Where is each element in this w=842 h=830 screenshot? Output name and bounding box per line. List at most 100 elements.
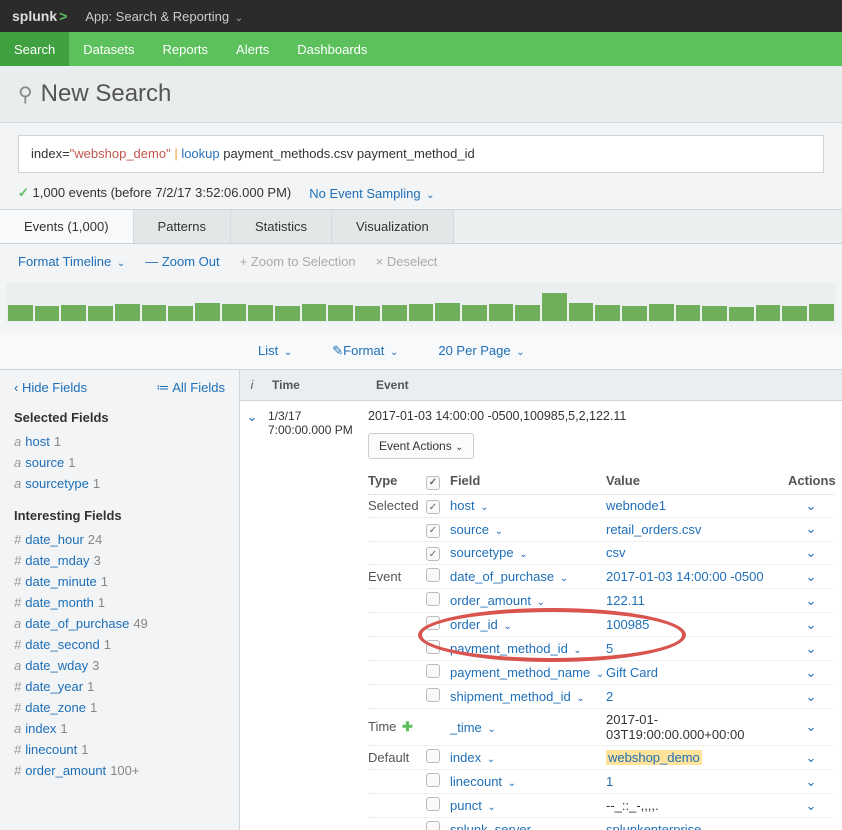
field-action-dropdown[interactable]: ⌄ (788, 617, 834, 633)
field-checkbox[interactable] (426, 797, 440, 811)
field-value[interactable]: retail_orders.csv (606, 522, 788, 537)
field-row-host: Selectedhost ⌄webnode1⌄ (368, 495, 834, 519)
field-link-index[interactable]: aindex1 (14, 718, 225, 739)
field-link-date_second[interactable]: #date_second1 (14, 634, 225, 655)
field-name-link[interactable]: _time ⌄ (450, 720, 606, 735)
field-name-link[interactable]: date_of_purchase ⌄ (450, 569, 606, 584)
field-checkbox[interactable] (426, 640, 440, 654)
field-value[interactable]: 5 (606, 641, 788, 656)
timeline-chart[interactable] (6, 283, 836, 323)
field-action-dropdown[interactable]: ⌄ (788, 689, 834, 705)
format-dropdown[interactable]: ✎Format ⌄ (332, 343, 398, 359)
hide-fields-link[interactable]: ‹ Hide Fields (14, 380, 87, 396)
field-value[interactable]: csv (606, 545, 788, 560)
field-name-link[interactable]: payment_method_id ⌄ (450, 641, 606, 656)
field-value[interactable]: 122.11 (606, 593, 788, 608)
field-link-order_amount[interactable]: #order_amount100+ (14, 760, 225, 781)
field-name-link[interactable]: sourcetype ⌄ (450, 545, 606, 560)
field-checkbox[interactable] (426, 616, 440, 630)
field-link-sourcetype[interactable]: asourcetype1 (14, 473, 225, 494)
field-checkbox[interactable] (426, 749, 440, 763)
field-checkbox[interactable] (426, 773, 440, 787)
field-name-link[interactable]: splunk_server ⌄ (450, 822, 606, 830)
field-name-link[interactable]: order_amount ⌄ (450, 593, 606, 608)
field-action-dropdown[interactable]: ⌄ (788, 593, 834, 609)
field-link-date_zone[interactable]: #date_zone1 (14, 697, 225, 718)
field-action-dropdown[interactable]: ⌄ (788, 641, 834, 657)
field-link-date_of_purchase[interactable]: adate_of_purchase49 (14, 613, 225, 634)
event-sampling-dropdown[interactable]: No Event Sampling ⌄ (309, 186, 434, 201)
field-link-date_hour[interactable]: #date_hour24 (14, 529, 225, 550)
field-name-link[interactable]: index ⌄ (450, 750, 606, 765)
all-fields-link[interactable]: ≔ All Fields (156, 380, 225, 396)
field-name-link[interactable]: shipment_method_id ⌄ (450, 689, 606, 704)
result-count: 1,000 events (before 7/2/17 3:52:06.000 … (33, 185, 292, 200)
field-link-date_year[interactable]: #date_year1 (14, 676, 225, 697)
search-input[interactable]: index="webshop_demo" | lookup payment_me… (18, 135, 824, 173)
event-raw: 2017-01-03 14:00:00 -0500,100985,5,2,122… (368, 409, 834, 423)
zoom-out-button[interactable]: — Zoom Out (145, 254, 219, 269)
field-value[interactable]: Gift Card (606, 665, 788, 680)
tab-statistics[interactable]: Statistics (231, 210, 332, 243)
nav-dashboards[interactable]: Dashboards (283, 32, 381, 66)
field-name-link[interactable]: payment_method_name ⌄ (450, 665, 606, 680)
field-link-source[interactable]: asource1 (14, 452, 225, 473)
expand-event-toggle[interactable]: ⌄ (240, 401, 264, 830)
nav-search[interactable]: Search (0, 32, 69, 66)
event-actions-dropdown[interactable]: Event Actions ⌄ (368, 433, 474, 459)
field-link-date_wday[interactable]: adate_wday3 (14, 655, 225, 676)
app-switcher[interactable]: App: Search & Reporting ⌄ (85, 9, 243, 24)
select-all-checkbox[interactable] (426, 476, 440, 490)
field-action-dropdown[interactable]: ⌄ (788, 665, 834, 681)
field-checkbox[interactable] (426, 524, 440, 538)
field-value[interactable]: --_::_-,,,,. (606, 798, 788, 813)
field-link-linecount[interactable]: #linecount1 (14, 739, 225, 760)
field-value[interactable]: 2 (606, 689, 788, 704)
field-checkbox[interactable] (426, 688, 440, 702)
field-checkbox[interactable] (426, 592, 440, 606)
tab-events[interactable]: Events (1,000) (0, 210, 134, 243)
field-action-dropdown[interactable]: ⌄ (788, 569, 834, 585)
field-checkbox[interactable] (426, 547, 440, 561)
field-link-date_minute[interactable]: #date_minute1 (14, 571, 225, 592)
field-checkbox[interactable] (426, 821, 440, 830)
field-value[interactable]: webnode1 (606, 498, 788, 513)
field-value[interactable]: 2017-01-03T19:00:00.000+00:00 (606, 712, 788, 742)
field-action-dropdown[interactable]: ⌄ (788, 521, 834, 537)
nav-reports[interactable]: Reports (149, 32, 223, 66)
format-timeline-dropdown[interactable]: Format Timeline ⌄ (18, 254, 125, 269)
field-action-dropdown[interactable]: ⌄ (788, 750, 834, 766)
field-value[interactable]: webshop_demo (606, 750, 788, 765)
field-action-dropdown[interactable]: ⌄ (788, 719, 834, 735)
field-name-link[interactable]: punct ⌄ (450, 798, 606, 813)
field-action-dropdown[interactable]: ⌄ (788, 798, 834, 814)
field-checkbox[interactable] (426, 664, 440, 678)
tab-patterns[interactable]: Patterns (134, 210, 231, 243)
th-type: Type (368, 473, 426, 490)
field-action-dropdown[interactable]: ⌄ (788, 822, 834, 830)
nav-alerts[interactable]: Alerts (222, 32, 283, 66)
field-link-date_mday[interactable]: #date_mday3 (14, 550, 225, 571)
field-link-host[interactable]: ahost1 (14, 431, 225, 452)
field-link-date_month[interactable]: #date_month1 (14, 592, 225, 613)
field-value[interactable]: 2017-01-03 14:00:00 -0500 (606, 569, 788, 584)
list-mode-dropdown[interactable]: List ⌄ (258, 343, 292, 359)
th-actions: Actions (788, 473, 834, 490)
tab-visualization[interactable]: Visualization (332, 210, 454, 243)
per-page-dropdown[interactable]: 20 Per Page ⌄ (438, 343, 524, 359)
field-action-dropdown[interactable]: ⌄ (788, 774, 834, 790)
field-name-link[interactable]: source ⌄ (450, 522, 606, 537)
field-name-link[interactable]: linecount ⌄ (450, 774, 606, 789)
th-value: Value (606, 473, 788, 490)
field-row-splunk_server: splunk_server ⌄splunkenterprise⌄ (368, 818, 834, 830)
field-value[interactable]: 1 (606, 774, 788, 789)
field-value[interactable]: 100985 (606, 617, 788, 632)
field-checkbox[interactable] (426, 500, 440, 514)
nav-datasets[interactable]: Datasets (69, 32, 148, 66)
field-checkbox[interactable] (426, 568, 440, 582)
field-action-dropdown[interactable]: ⌄ (788, 498, 834, 514)
field-value[interactable]: splunkenterprise (606, 822, 788, 830)
field-action-dropdown[interactable]: ⌄ (788, 545, 834, 561)
field-name-link[interactable]: host ⌄ (450, 498, 606, 513)
field-name-link[interactable]: order_id ⌄ (450, 617, 606, 632)
